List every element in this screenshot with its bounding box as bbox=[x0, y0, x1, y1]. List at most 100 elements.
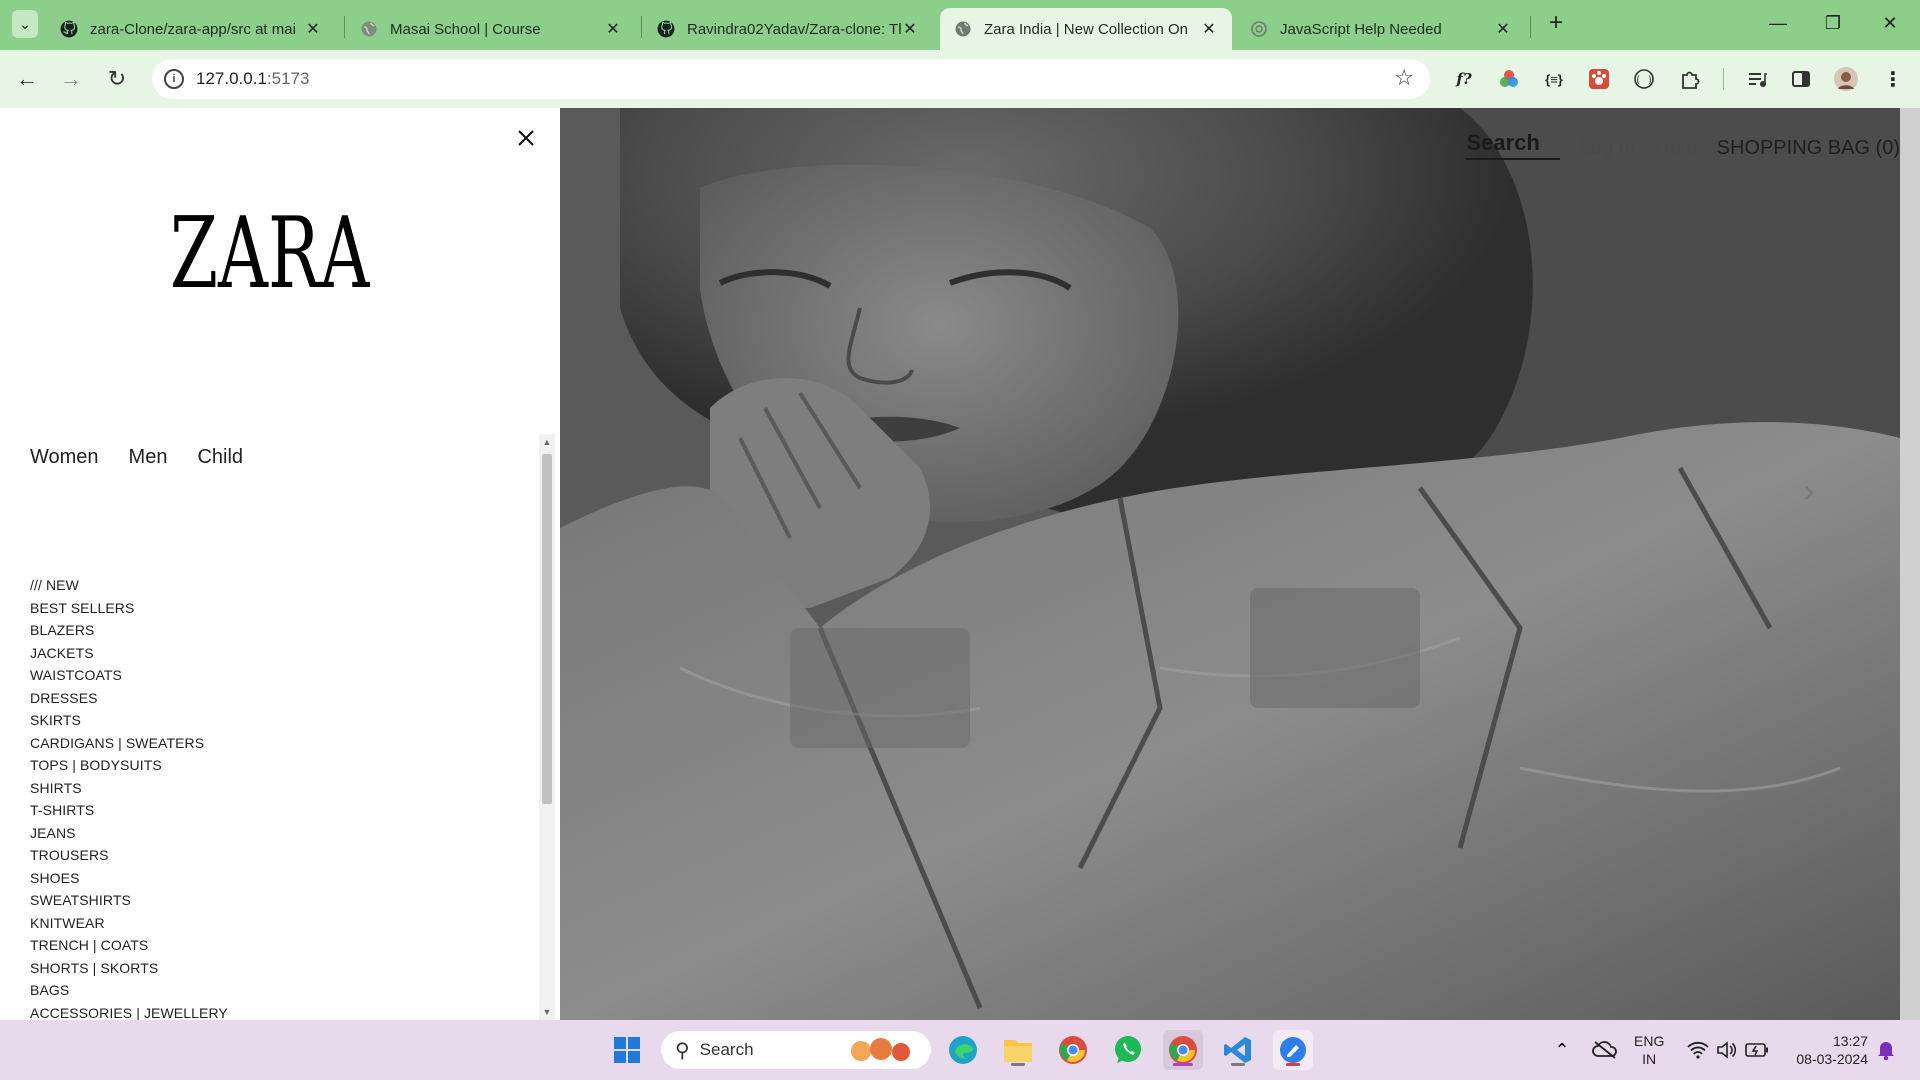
category-item[interactable]: BEST SELLERS bbox=[30, 597, 228, 620]
site-info-icon[interactable]: i bbox=[164, 69, 184, 89]
close-tab-icon[interactable]: ✕ bbox=[1200, 19, 1218, 39]
back-button[interactable]: ← bbox=[12, 64, 42, 94]
taskbar-search[interactable]: ⚲ Search bbox=[661, 1031, 931, 1069]
close-tab-icon[interactable]: ✕ bbox=[604, 19, 622, 39]
postman-taskbar-icon[interactable] bbox=[1273, 1030, 1313, 1070]
scroll-down-arrow-icon[interactable]: ▼ bbox=[539, 1004, 555, 1020]
scroll-up-arrow-icon[interactable]: ▲ bbox=[539, 434, 555, 450]
github-icon bbox=[657, 20, 675, 38]
help-link[interactable]: Help bbox=[1655, 137, 1696, 160]
page-viewport: ZARA Women Men Child /// NEW BEST SELLER… bbox=[0, 108, 1920, 1020]
tab-divider bbox=[1530, 16, 1531, 38]
plus-icon: + bbox=[1548, 9, 1563, 36]
category-item[interactable]: /// NEW bbox=[30, 574, 228, 597]
search-link[interactable]: Search bbox=[1466, 130, 1560, 160]
category-item[interactable]: TROUSERS bbox=[30, 844, 228, 867]
arrow-left-icon: ← bbox=[16, 66, 38, 91]
tab-zara-clone-repo[interactable]: zara-Clone/zara-app/src at mai ✕ bbox=[46, 8, 336, 50]
windows-start-button[interactable] bbox=[607, 1030, 647, 1070]
restore-button[interactable]: ❐ bbox=[1813, 8, 1853, 38]
color-picker-extension-icon[interactable] bbox=[1496, 66, 1522, 92]
bookmark-star-icon[interactable]: ☆ bbox=[1394, 65, 1414, 91]
show-hidden-icons-chevron-icon[interactable]: ⌃ bbox=[1542, 1030, 1582, 1070]
category-item[interactable]: SKIRTS bbox=[30, 709, 228, 732]
chevron-right-icon[interactable]: › bbox=[1803, 472, 1814, 511]
category-item[interactable]: SHORTS | SKORTS bbox=[30, 957, 228, 980]
category-item[interactable]: SWEATSHIRTS bbox=[30, 889, 228, 912]
category-item[interactable]: BLAZERS bbox=[30, 619, 228, 642]
edge-taskbar-icon[interactable] bbox=[943, 1030, 983, 1070]
shopping-bag-link[interactable]: SHOPPING BAG (0) bbox=[1717, 137, 1900, 160]
active-indicator bbox=[1173, 1063, 1193, 1066]
code-extension-icon[interactable]: ( ) bbox=[1631, 66, 1657, 92]
category-item[interactable]: ACCESSORIES | JEWELLERY bbox=[30, 1002, 228, 1021]
reload-icon: ↻ bbox=[107, 66, 127, 91]
address-bar[interactable]: i 127.0.0.1:5173 ☆ bbox=[152, 59, 1430, 99]
category-item[interactable]: TOPS | BODYSUITS bbox=[30, 754, 228, 777]
login-link[interactable]: Log In bbox=[1580, 137, 1636, 160]
tab-title: Ravindra02Yadav/Zara-clone: Th bbox=[687, 20, 901, 38]
close-menu-button[interactable] bbox=[514, 126, 538, 150]
tab-divider bbox=[641, 16, 642, 38]
page-scrollbar[interactable] bbox=[1900, 108, 1920, 1020]
paw-extension-icon[interactable] bbox=[1586, 66, 1612, 92]
forward-button[interactable]: → bbox=[56, 64, 86, 94]
category-list: /// NEW BEST SELLERS BLAZERS JACKETS WAI… bbox=[30, 574, 228, 1020]
notification-bell-icon[interactable] bbox=[1866, 1030, 1906, 1070]
fonts-extension-icon[interactable]: f? bbox=[1451, 66, 1477, 92]
chrome-taskbar-icon[interactable] bbox=[1053, 1030, 1093, 1070]
profile-avatar[interactable] bbox=[1833, 66, 1859, 92]
browser-toolbar: ← → ↻ i 127.0.0.1:5173 ☆ f? {≡} ( ) ⋮ bbox=[0, 50, 1920, 108]
new-tab-button[interactable]: + bbox=[1542, 10, 1570, 38]
tab-women[interactable]: Women bbox=[30, 446, 99, 469]
arrow-right-icon: → bbox=[60, 66, 82, 91]
category-item[interactable]: BAGS bbox=[30, 979, 228, 1002]
category-item[interactable]: WAISTCOATS bbox=[30, 664, 228, 687]
url-port: :5173 bbox=[266, 69, 310, 88]
category-item[interactable]: DRESSES bbox=[30, 687, 228, 710]
media-queue-icon[interactable] bbox=[1744, 66, 1770, 92]
close-window-button[interactable]: ✕ bbox=[1870, 8, 1910, 38]
tab-ravindra-repo[interactable]: Ravindra02Yadav/Zara-clone: Th ✕ bbox=[643, 8, 933, 50]
chrome-active-taskbar-icon[interactable] bbox=[1163, 1030, 1203, 1070]
scrollbar-thumb[interactable] bbox=[542, 454, 552, 804]
url-text: 127.0.0.1:5173 bbox=[196, 69, 309, 89]
svg-text:ZARA: ZARA bbox=[170, 205, 370, 295]
json-viewer-extension-icon[interactable]: {≡} bbox=[1541, 66, 1567, 92]
clock[interactable]: 13:27 08-03-2024 bbox=[1780, 1032, 1868, 1068]
tab-search-button[interactable]: ⌄ bbox=[12, 10, 38, 38]
close-tab-icon[interactable]: ✕ bbox=[304, 19, 322, 39]
close-tab-icon[interactable]: ✕ bbox=[901, 19, 919, 39]
category-item[interactable]: JACKETS bbox=[30, 642, 228, 665]
category-item[interactable]: T-SHIRTS bbox=[30, 799, 228, 822]
browser-menu-icon[interactable]: ⋮ bbox=[1880, 66, 1906, 92]
running-indicator bbox=[1286, 1063, 1300, 1066]
category-item[interactable]: CARDIGANS | SWEATERS bbox=[30, 732, 228, 755]
vscode-taskbar-icon[interactable] bbox=[1218, 1030, 1258, 1070]
minimize-button[interactable]: — bbox=[1758, 8, 1798, 38]
tab-javascript-help[interactable]: JavaScript Help Needed ✕ bbox=[1236, 8, 1526, 50]
menu-scrollbar[interactable]: ▲ ▼ bbox=[539, 434, 555, 1020]
battery-icon[interactable] bbox=[1737, 1030, 1777, 1070]
tab-men[interactable]: Men bbox=[129, 446, 168, 469]
whatsapp-taskbar-icon[interactable] bbox=[1108, 1030, 1148, 1070]
file-explorer-taskbar-icon[interactable] bbox=[998, 1030, 1038, 1070]
puzzle-extensions-icon[interactable] bbox=[1677, 66, 1703, 92]
close-tab-icon[interactable]: ✕ bbox=[1494, 19, 1512, 39]
tab-masai-school[interactable]: Masai School | Course ✕ bbox=[346, 8, 636, 50]
hero-banner: Search Log In Help SHOPPING BAG (0) › bbox=[560, 108, 1900, 1020]
category-item[interactable]: JEANS bbox=[30, 822, 228, 845]
category-item[interactable]: TRENCH | COATS bbox=[30, 934, 228, 957]
close-icon: ✕ bbox=[1882, 13, 1898, 33]
category-item[interactable]: SHOES bbox=[30, 867, 228, 890]
onedrive-offline-icon[interactable] bbox=[1585, 1030, 1625, 1070]
reload-button[interactable]: ↻ bbox=[102, 64, 132, 94]
category-item[interactable]: KNITWEAR bbox=[30, 912, 228, 935]
tab-child[interactable]: Child bbox=[197, 446, 243, 469]
side-panel-icon[interactable] bbox=[1788, 66, 1814, 92]
language-indicator[interactable]: ENG IN bbox=[1634, 1032, 1664, 1068]
tab-title: JavaScript Help Needed bbox=[1280, 20, 1442, 38]
zara-logo[interactable]: ZARA bbox=[170, 197, 371, 311]
category-item[interactable]: SHIRTS bbox=[30, 777, 228, 800]
tab-zara-india[interactable]: Zara India | New Collection On ✕ bbox=[940, 8, 1232, 50]
